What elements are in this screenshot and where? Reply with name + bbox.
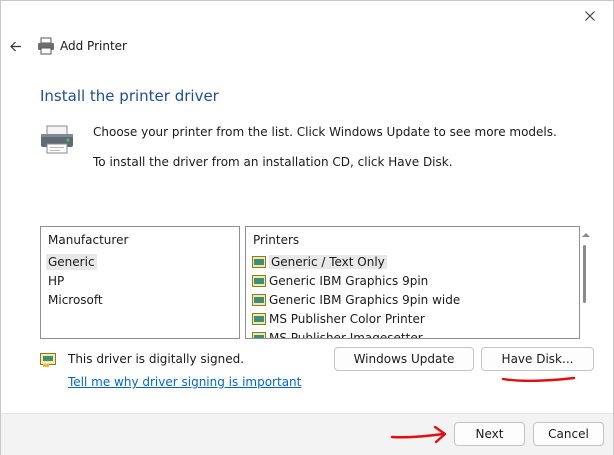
have-disk-button[interactable]: Have Disk... — [481, 347, 594, 371]
printers-scrollbar[interactable] — [581, 227, 591, 338]
add-printer-window: Add Printer Install the printer driver C… — [0, 0, 614, 455]
printer-driver-icon — [252, 293, 266, 306]
scroll-up-icon[interactable] — [581, 231, 591, 239]
manufacturer-item-microsoft[interactable]: Microsoft — [48, 293, 103, 307]
back-arrow-icon — [10, 41, 21, 51]
printer-item[interactable]: MS Publisher Color Printer — [252, 310, 425, 327]
close-button[interactable] — [579, 7, 601, 25]
driver-signing-link[interactable]: Tell me why driver signing is important — [68, 375, 301, 389]
windows-update-button[interactable]: Windows Update — [334, 347, 474, 371]
close-icon — [585, 11, 595, 21]
manufacturer-item-hp[interactable]: HP — [48, 274, 64, 288]
manufacturer-header: Manufacturer — [48, 233, 129, 247]
signed-status-text: This driver is digitally signed. — [68, 352, 245, 366]
annotation-underline — [501, 376, 576, 383]
manufacturer-list[interactable]: Manufacturer Generic HP Microsoft — [40, 226, 240, 339]
description-line-1: Choose your printer from the list. Click… — [93, 125, 557, 139]
printer-item[interactable]: Generic / Text Only — [252, 253, 387, 270]
printer-driver-icon — [252, 312, 266, 325]
signed-driver-icon — [40, 353, 56, 367]
printer-driver-icon — [252, 331, 266, 338]
printer-item[interactable]: Generic IBM Graphics 9pin wide — [252, 291, 460, 308]
printer-driver-icon — [252, 274, 266, 287]
printers-list[interactable]: Printers Generic / Text Only Generic IBM… — [245, 226, 580, 339]
printer-item[interactable]: MS Publisher Imagesetter — [252, 329, 423, 338]
printer-driver-icon — [252, 255, 266, 268]
annotation-arrow-icon — [390, 425, 447, 444]
back-button[interactable] — [9, 38, 23, 54]
printer-icon — [38, 37, 54, 55]
manufacturer-item-generic[interactable]: Generic — [46, 254, 97, 270]
printer-item[interactable]: Generic IBM Graphics 9pin — [252, 272, 428, 289]
printers-header: Printers — [253, 233, 300, 247]
window-title: Add Printer — [60, 39, 127, 53]
printer-icon — [41, 125, 73, 154]
page-heading: Install the printer driver — [40, 87, 219, 105]
scroll-thumb[interactable] — [583, 245, 586, 303]
description-line-2: To install the driver from an installati… — [93, 155, 453, 169]
next-button[interactable]: Next — [454, 422, 525, 446]
cancel-button[interactable]: Cancel — [533, 422, 604, 446]
